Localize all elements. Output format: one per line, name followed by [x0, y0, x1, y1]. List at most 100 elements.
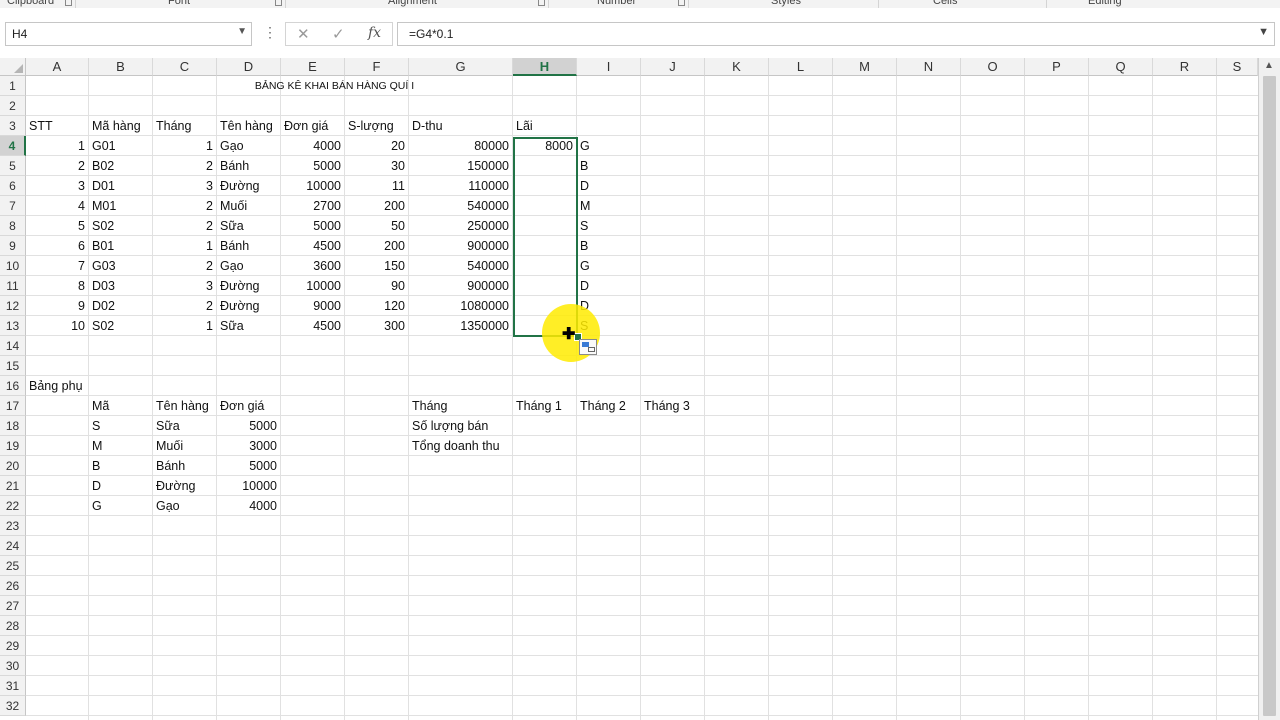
data-cell-i[interactable]: G	[580, 136, 641, 156]
data-cell-gia[interactable]: 9000	[281, 296, 341, 316]
data-cell-thang[interactable]: 1	[153, 136, 213, 156]
aux-cell-ten[interactable]: Bánh	[156, 456, 217, 476]
row-header-26[interactable]: 26	[0, 576, 26, 596]
enter-icon[interactable]: ✓	[332, 25, 345, 43]
row-header-24[interactable]: 24	[0, 536, 26, 556]
aux-cell-ma[interactable]: G	[92, 496, 153, 516]
summary-header-cell[interactable]: Tháng 3	[644, 396, 705, 416]
chevron-down-icon[interactable]: ▼	[237, 26, 247, 37]
data-cell-stt[interactable]: 5	[26, 216, 85, 236]
data-cell-stt[interactable]: 8	[26, 276, 85, 296]
table-header-cell[interactable]: Tên hàng	[220, 116, 281, 136]
data-cell-sl[interactable]: 50	[345, 216, 405, 236]
table-header-cell[interactable]: Đơn giá	[284, 116, 345, 136]
aux-cell-ten[interactable]: Đường	[156, 476, 217, 496]
data-cell-i[interactable]: B	[580, 236, 641, 256]
aux-header-cell[interactable]: Đơn giá	[220, 396, 281, 416]
data-cell-ma[interactable]: B01	[92, 236, 153, 256]
dialog-launcher-icon[interactable]	[538, 0, 545, 6]
dialog-launcher-icon[interactable]	[678, 0, 685, 6]
aux-cell-ma[interactable]: B	[92, 456, 153, 476]
aux-cell-gia[interactable]: 4000	[217, 496, 277, 516]
table-header-cell[interactable]: Lãi	[516, 116, 577, 136]
dialog-launcher-icon[interactable]	[65, 0, 72, 6]
data-cell-i[interactable]: G	[580, 256, 641, 276]
column-header-l[interactable]: L	[769, 58, 833, 76]
column-header-d[interactable]: D	[217, 58, 281, 76]
row-header-25[interactable]: 25	[0, 556, 26, 576]
data-cell-gia[interactable]: 4000	[281, 136, 341, 156]
data-cell-ten[interactable]: Muối	[220, 196, 281, 216]
column-header-b[interactable]: B	[89, 58, 153, 76]
column-header-o[interactable]: O	[961, 58, 1025, 76]
data-cell-sl[interactable]: 200	[345, 196, 405, 216]
row-header-17[interactable]: 17	[0, 396, 26, 416]
column-header-s[interactable]: S	[1217, 58, 1258, 76]
dialog-launcher-icon[interactable]	[275, 0, 282, 6]
data-cell-gia[interactable]: 4500	[281, 236, 341, 256]
row-header-21[interactable]: 21	[0, 476, 26, 496]
data-cell-sl[interactable]: 90	[345, 276, 405, 296]
data-cell-sl[interactable]: 150	[345, 256, 405, 276]
data-cell-ma[interactable]: M01	[92, 196, 153, 216]
aux-header-cell[interactable]: Tên hàng	[156, 396, 217, 416]
data-cell-stt[interactable]: 9	[26, 296, 85, 316]
data-cell-dthu[interactable]: 150000	[409, 156, 509, 176]
summary-row-label[interactable]: Số lượng bán	[412, 416, 513, 436]
column-header-k[interactable]: K	[705, 58, 769, 76]
row-header-15[interactable]: 15	[0, 356, 26, 376]
data-cell-gia[interactable]: 4500	[281, 316, 341, 336]
column-header-q[interactable]: Q	[1089, 58, 1153, 76]
row-header-28[interactable]: 28	[0, 616, 26, 636]
row-header-16[interactable]: 16	[0, 376, 26, 396]
data-cell-dthu[interactable]: 1080000	[409, 296, 509, 316]
select-all-button[interactable]	[0, 58, 26, 76]
row-header-9[interactable]: 9	[0, 236, 26, 256]
data-cell-stt[interactable]: 1	[26, 136, 85, 156]
summary-header-cell[interactable]: Tháng 1	[516, 396, 577, 416]
aux-header-cell[interactable]: Mã	[92, 396, 153, 416]
data-cell-dthu[interactable]: 250000	[409, 216, 509, 236]
aux-cell-ten[interactable]: Muối	[156, 436, 217, 456]
row-header-31[interactable]: 31	[0, 676, 26, 696]
column-header-m[interactable]: M	[833, 58, 897, 76]
name-box[interactable]: H4 ▼	[5, 22, 252, 46]
data-cell-thang[interactable]: 2	[153, 216, 213, 236]
row-header-19[interactable]: 19	[0, 436, 26, 456]
row-header-32[interactable]: 32	[0, 696, 26, 716]
row-header-2[interactable]: 2	[0, 96, 26, 116]
data-cell-i[interactable]: D	[580, 176, 641, 196]
data-cell-sl[interactable]: 300	[345, 316, 405, 336]
data-cell-stt[interactable]: 6	[26, 236, 85, 256]
aux-cell-gia[interactable]: 5000	[217, 456, 277, 476]
sheet-title[interactable]: BẢNG KÊ KHAI BÁN HÀNG QUÍ I	[92, 76, 577, 96]
data-cell-ten[interactable]: Gạo	[220, 136, 281, 156]
data-cell-ma[interactable]: D02	[92, 296, 153, 316]
aux-cell-gia[interactable]: 5000	[217, 416, 277, 436]
data-cell-ten[interactable]: Sữa	[220, 316, 281, 336]
column-header-p[interactable]: P	[1025, 58, 1089, 76]
aux-cell-ten[interactable]: Gạo	[156, 496, 217, 516]
table-header-cell[interactable]: D-thu	[412, 116, 513, 136]
column-header-j[interactable]: J	[641, 58, 705, 76]
table-header-cell[interactable]: Tháng	[156, 116, 217, 136]
vertical-scrollbar[interactable]: ▲	[1258, 58, 1280, 720]
data-cell-ten[interactable]: Bánh	[220, 156, 281, 176]
data-cell-ten[interactable]: Bánh	[220, 236, 281, 256]
data-cell-sl[interactable]: 30	[345, 156, 405, 176]
row-header-27[interactable]: 27	[0, 596, 26, 616]
data-cell-gia[interactable]: 5000	[281, 216, 341, 236]
data-cell-thang[interactable]: 2	[153, 296, 213, 316]
data-cell-thang[interactable]: 3	[153, 176, 213, 196]
data-cell-ten[interactable]: Sữa	[220, 216, 281, 236]
data-cell-gia[interactable]: 10000	[281, 176, 341, 196]
row-header-10[interactable]: 10	[0, 256, 26, 276]
data-cell-dthu[interactable]: 540000	[409, 256, 509, 276]
row-header-6[interactable]: 6	[0, 176, 26, 196]
row-header-5[interactable]: 5	[0, 156, 26, 176]
row-header-14[interactable]: 14	[0, 336, 26, 356]
column-header-a[interactable]: A	[26, 58, 89, 76]
column-header-i[interactable]: I	[577, 58, 641, 76]
row-header-4[interactable]: 4	[0, 136, 26, 156]
data-cell-ten[interactable]: Gạo	[220, 256, 281, 276]
